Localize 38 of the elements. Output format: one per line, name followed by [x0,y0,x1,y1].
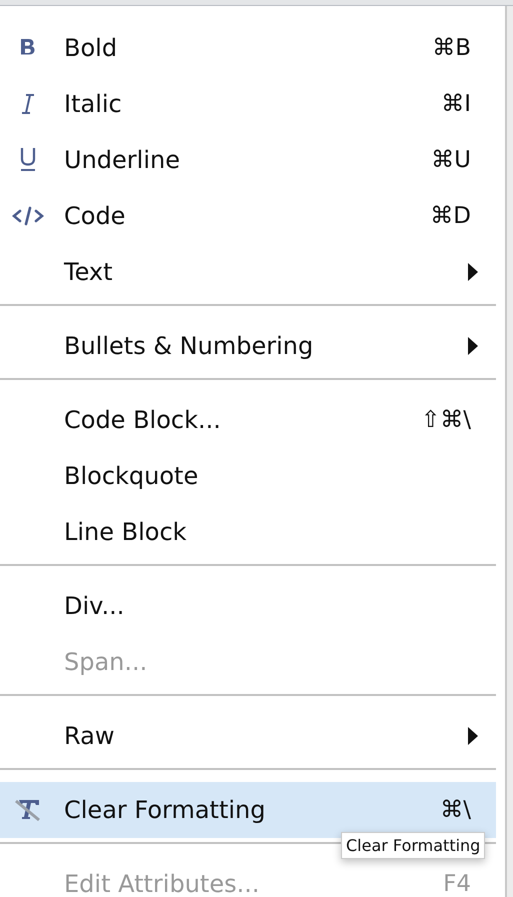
menu-item-label: Bullets & Numbering [64,332,314,360]
menu-item-label: Raw [64,722,116,750]
italic-icon [20,93,36,115]
menu-item-label: Line Block [64,518,188,546]
menu-item[interactable]: Bold ⌘B [0,20,496,76]
shortcut-label: ⌘D [430,203,471,229]
menu-item-label: Bold [64,34,118,62]
menu-item[interactable]: Clear Formatting ⌘\ [0,782,496,838]
menu-item-label: Code [64,202,126,230]
menu-item[interactable]: Text [0,244,496,300]
menu-item-label: Blockquote [64,462,200,490]
shortcut-label: ⌘U [431,147,471,173]
menu-item-label: Italic [64,90,123,118]
menu-item[interactable]: Line Block [0,504,496,560]
menu-item[interactable]: Code Block... ⇧⌘\ [0,392,496,448]
menu-item[interactable]: Code ⌘D [0,188,496,244]
menu-item-label: Text [64,258,114,286]
menu-item-label: Edit Attributes... [64,870,260,897]
shortcut-label: ⇧⌘\ [420,407,471,433]
underline-icon [19,147,37,173]
tooltip: Clear Formatting [341,832,486,859]
menu-item-label: Clear Formatting [64,796,266,824]
code-icon [12,205,44,227]
shortcut-label: ⌘B [432,35,471,61]
shortcut-label: ⌘I [441,91,471,117]
menu-item[interactable]: Raw [0,708,496,764]
shortcut-label: F4 [443,871,471,897]
menu-item[interactable]: Blockquote [0,448,496,504]
menu-item[interactable]: Bullets & Numbering [0,318,496,374]
menu-item-label: Underline [64,146,181,174]
menu-item-label: Span... [64,648,148,676]
menu-item-label: Div... [64,592,126,620]
shortcut-label: ⌘\ [440,797,471,823]
menu-item[interactable]: Italic ⌘I [0,76,496,132]
clear-formatting-icon [13,797,43,823]
menu-item[interactable]: Div... [0,578,496,634]
menu-item[interactable]: Underline ⌘U [0,132,496,188]
menu-item-label: Code Block... [64,406,222,434]
